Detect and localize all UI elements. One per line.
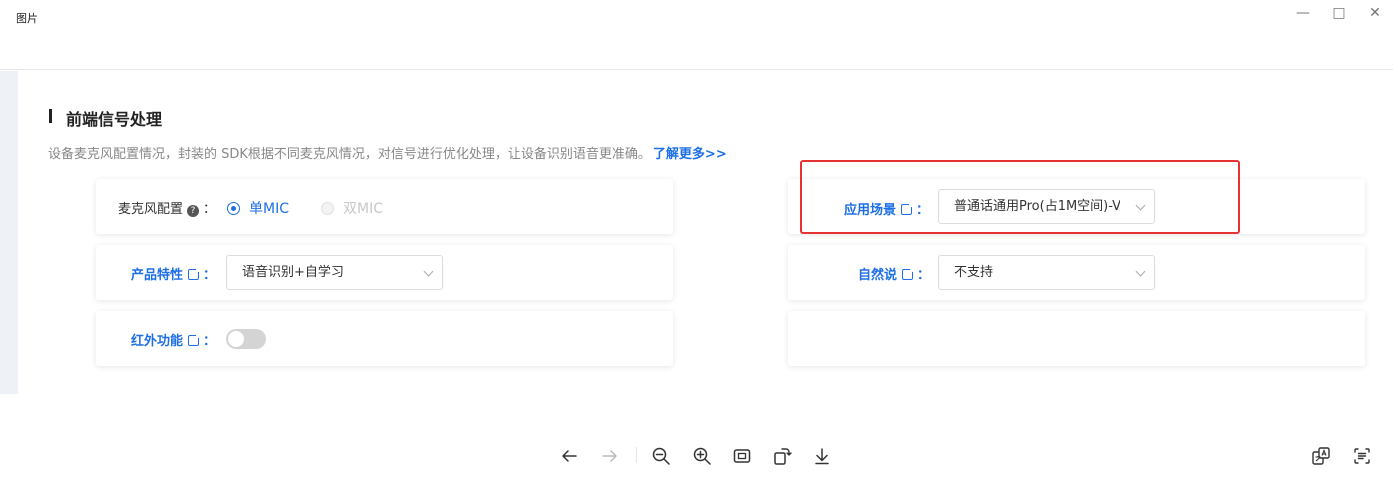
arrow-right-icon[interactable] [598, 444, 622, 468]
arrow-left-icon[interactable] [557, 444, 581, 468]
chevron-down-icon [423, 266, 434, 277]
radio-disabled-icon [321, 202, 334, 215]
download-icon[interactable] [810, 444, 834, 468]
close-icon[interactable]: ✕ [1365, 3, 1385, 23]
zoom-out-icon[interactable] [649, 444, 673, 468]
product-feature-select[interactable]: 语音识别+自学习 [226, 255, 443, 290]
left-strip [0, 71, 18, 394]
product-feature-label[interactable]: 产品特性： [131, 264, 216, 283]
rotate-icon[interactable] [770, 444, 794, 468]
translate-icon[interactable] [1309, 444, 1333, 468]
help-icon[interactable]: ? [187, 205, 200, 217]
mic-config-card: 麦克风配置?： 单MIC 双MIC [96, 179, 673, 234]
radio-single-mic[interactable]: 单MIC [227, 198, 289, 218]
highlight-box [800, 160, 1240, 234]
maximize-icon[interactable]: □ [1329, 3, 1349, 23]
image-canvas: 前端信号处理 设备麦克风配置情况，封装的 SDK根据不同麦克风情况，对信号进行优… [0, 71, 1393, 394]
external-link-icon [188, 333, 202, 346]
external-link-icon [188, 267, 202, 280]
radio-checked-icon [227, 202, 240, 215]
fit-window-icon[interactable] [730, 444, 754, 468]
natural-speech-select[interactable]: 不支持 [938, 255, 1155, 290]
chevron-down-icon [1135, 266, 1146, 277]
viewer-toolbar [0, 394, 1393, 480]
empty-card [788, 311, 1365, 366]
radio-dual-mic[interactable]: 双MIC [321, 198, 383, 218]
toggle-knob [228, 331, 244, 347]
window-title-bar: 图片 — □ ✕ [0, 0, 1393, 70]
toolbar-divider [636, 447, 637, 463]
window-title: 图片 [16, 12, 38, 25]
zoom-in-icon[interactable] [690, 444, 714, 468]
mic-config-label: 麦克风配置?： [118, 202, 217, 217]
natural-speech-label[interactable]: 自然说： [858, 264, 930, 283]
natural-speech-card: 自然说： 不支持 [788, 245, 1365, 300]
external-link-icon [902, 267, 916, 280]
extract-text-icon[interactable] [1350, 444, 1374, 468]
product-feature-card: 产品特性： 语音识别+自学习 [96, 245, 673, 300]
section-title: 前端信号处理 [48, 106, 162, 130]
section-description: 设备麦克风配置情况，封装的 SDK根据不同麦克风情况，对信号进行优化处理，让设备… [48, 147, 727, 162]
learn-more-link[interactable]: 了解更多>> [653, 147, 727, 162]
infrared-toggle[interactable] [226, 329, 266, 349]
infrared-label[interactable]: 红外功能： [131, 330, 216, 349]
minimize-icon[interactable]: — [1293, 3, 1313, 23]
infrared-card: 红外功能： [96, 311, 673, 366]
